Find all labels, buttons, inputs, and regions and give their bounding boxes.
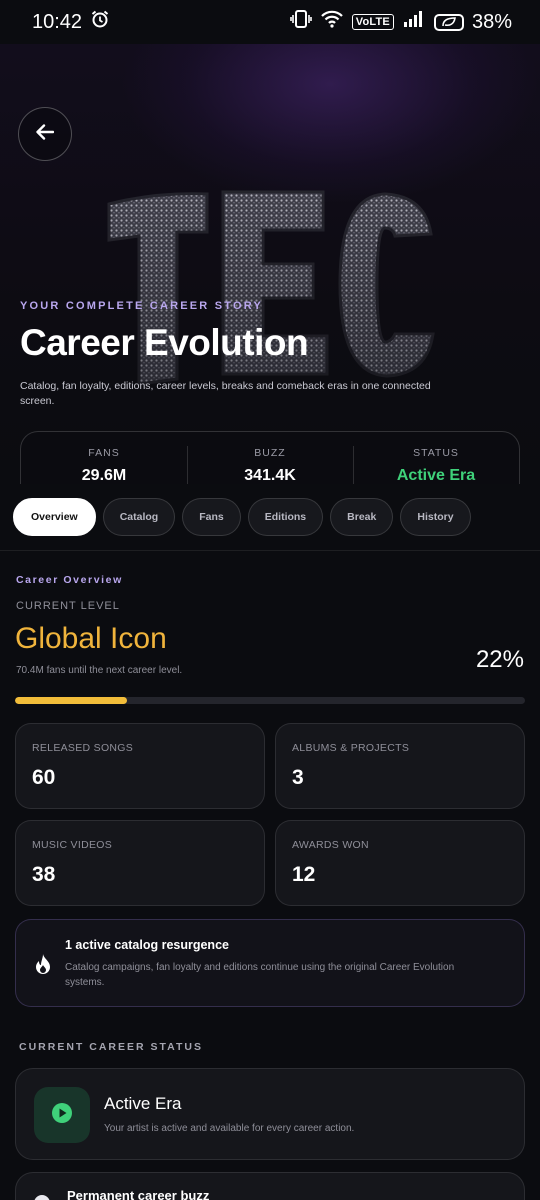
career-status-card[interactable]: Active Era Your artist is active and ava… [15, 1068, 525, 1160]
flame-icon [33, 953, 53, 975]
metric-value: 3 [292, 766, 304, 789]
buzz-card-title: Permanent career buzz [67, 1188, 210, 1200]
artist-logo-art [107, 190, 435, 386]
battery-saver-icon [433, 13, 464, 31]
catalog-resurgence-card[interactable]: 1 active catalog resurgence Catalog camp… [15, 919, 525, 1007]
status-left: 10:42 [32, 9, 110, 35]
summary-stats-card: FANS 29.6M BUZZ 341.4K STATUS Active Era [20, 431, 520, 484]
stat-label: FANS [88, 447, 120, 459]
signal-icon [402, 9, 426, 35]
level-progress-note: 70.4M fans until the next career level. [16, 665, 183, 676]
metric-card-music-videos: MUSIC VIDEOS 38 [15, 820, 265, 906]
status-value: Active Era [396, 467, 476, 484]
battery-percent: 38% [471, 10, 512, 33]
tab-catalog[interactable]: Catalog [102, 498, 176, 536]
metric-card-released-songs: RELEASED SONGS 60 [15, 723, 265, 809]
tabs-divider [0, 550, 540, 551]
buzz-icon [34, 1195, 50, 1200]
section-title-career-status: CURRENT CAREER STATUS [19, 1041, 203, 1053]
vibrate-icon [289, 9, 312, 35]
status-card-title: Active Era [104, 1094, 182, 1113]
volte-indicator: VoLTE [351, 14, 394, 30]
permanent-buzz-card[interactable]: Permanent career buzz [15, 1172, 525, 1200]
status-card-text: Your artist is active and available for … [104, 1123, 355, 1134]
level-caption: CURRENT LEVEL [16, 600, 120, 612]
hero-banner: YOUR COMPLETE CAREER STORY Career Evolut… [0, 44, 540, 484]
tab-fans[interactable]: Fans [182, 498, 241, 536]
stat-value: 341.4K [244, 467, 296, 484]
level-progress-fill [15, 697, 128, 704]
tab-editions[interactable]: Editions [247, 498, 324, 536]
hero-eyebrow: YOUR COMPLETE CAREER STORY [20, 300, 263, 312]
level-progress-percent: 22% [475, 646, 524, 673]
stat-label: STATUS [413, 447, 459, 459]
metric-value: 12 [292, 863, 316, 886]
stat-status: STATUS Active Era [353, 432, 519, 484]
stat-fans: FANS 29.6M [21, 432, 187, 484]
metric-label: MUSIC VIDEOS [32, 839, 113, 851]
career-level-name: Global Icon [15, 622, 167, 655]
tab-break[interactable]: Break [330, 498, 394, 536]
metric-label: RELEASED SONGS [32, 742, 134, 754]
status-icon-box [34, 1087, 90, 1143]
metric-value: 60 [32, 766, 56, 789]
level-progress-bar [15, 697, 525, 704]
metric-card-albums-projects: ALBUMS & PROJECTS 3 [275, 723, 525, 809]
status-bar: 10:42 VoLTE 38% [0, 0, 540, 44]
clock: 10:42 [32, 10, 83, 33]
resurgence-text: Catalog campaigns, fan loyalty and editi… [65, 962, 455, 988]
metric-label: ALBUMS & PROJECTS [292, 742, 410, 754]
stat-label: BUZZ [254, 447, 286, 459]
resurgence-title: 1 active catalog resurgence [65, 938, 229, 952]
alarm-icon [90, 9, 110, 35]
tab-history[interactable]: History [400, 498, 471, 536]
metric-card-awards-won: AWARDS WON 12 [275, 820, 525, 906]
arrow-left-icon [36, 123, 55, 145]
page-subtitle: Catalog, fan loyalty, editions, career l… [20, 380, 431, 407]
metric-label: AWARDS WON [292, 839, 369, 851]
tab-overview[interactable]: Overview [13, 498, 96, 536]
stat-value: 29.6M [81, 467, 127, 484]
wifi-icon [320, 9, 344, 35]
status-right: VoLTE 38% [289, 9, 512, 35]
section-title-overview: Career Overview [16, 574, 123, 586]
back-button[interactable] [18, 107, 72, 161]
metric-value: 38 [32, 863, 56, 886]
page-title: Career Evolution [20, 322, 309, 363]
play-circle-icon [51, 1102, 73, 1129]
section-tabs: Overview Catalog Fans Editions Break His… [13, 498, 471, 536]
stat-buzz: BUZZ 341.4K [187, 432, 353, 484]
